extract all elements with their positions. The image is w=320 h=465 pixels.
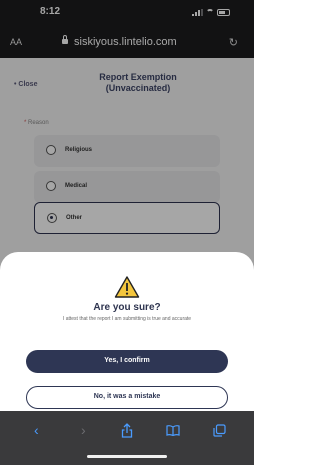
- forward-icon[interactable]: ›: [81, 422, 86, 438]
- modal-description: I attest that the report I am submitting…: [62, 316, 192, 322]
- tabs-icon[interactable]: [213, 424, 226, 437]
- home-indicator: [87, 455, 167, 458]
- confirm-button[interactable]: Yes, I confirm: [26, 350, 228, 373]
- share-icon[interactable]: [121, 423, 133, 438]
- bookmarks-icon[interactable]: [166, 425, 180, 436]
- confirm-modal: Are you sure? I attest that the report I…: [0, 252, 254, 412]
- back-icon[interactable]: ‹: [34, 422, 39, 438]
- phone-screen: 8:12 AA siskiyous.lintelio.com ↻ • Close…: [0, 0, 254, 465]
- warning-icon: [114, 276, 140, 298]
- modal-title: Are you sure?: [93, 302, 161, 313]
- cancel-button[interactable]: No, it was a mistake: [26, 386, 228, 409]
